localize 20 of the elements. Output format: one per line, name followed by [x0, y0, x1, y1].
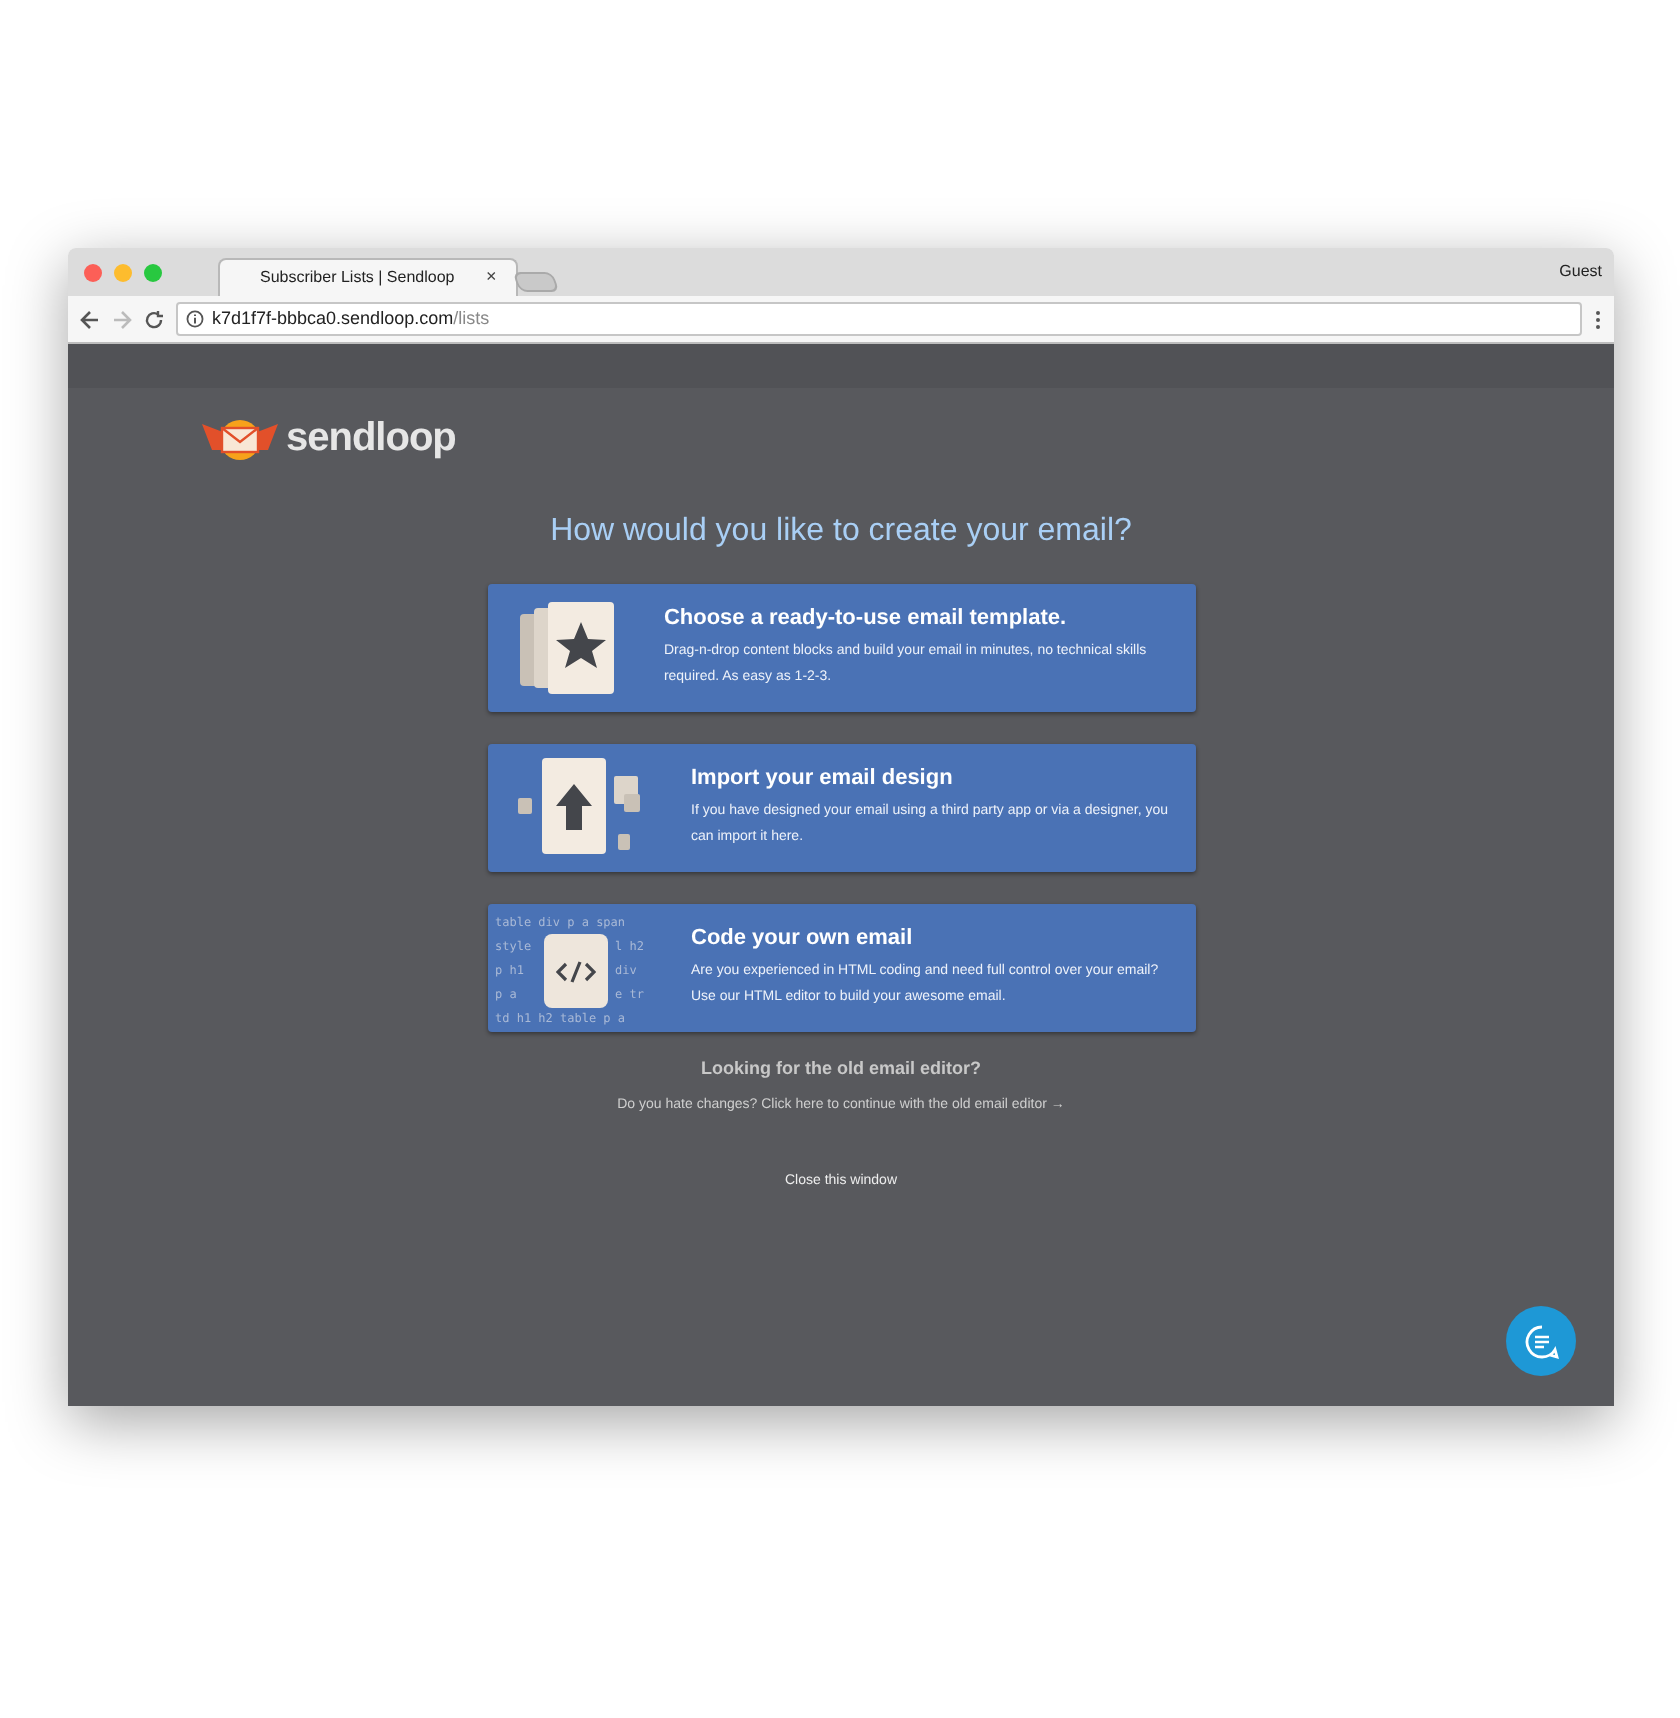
info-icon: [186, 310, 204, 328]
brand-name: sendloop: [286, 414, 456, 464]
menu-icon[interactable]: [1594, 309, 1602, 329]
chat-icon: [1523, 1323, 1559, 1359]
option-title: Import your email design: [691, 765, 955, 793]
address-bar[interactable]: k7d1f7f-bbbca0.sendloop.com/lists: [176, 302, 1582, 336]
profile-name[interactable]: Guest: [1559, 260, 1602, 284]
option-title: Choose a ready-to-use email template.: [663, 605, 1069, 633]
old-editor-heading: Looking for the old email editor?: [700, 1056, 981, 1082]
template-stack-icon: [519, 602, 620, 694]
code-document-icon: [543, 934, 607, 1008]
reload-icon[interactable]: [144, 309, 164, 329]
close-tab-icon[interactable]: ×: [486, 268, 497, 286]
option-card[interactable]: [487, 904, 1195, 1032]
back-icon[interactable]: [80, 309, 100, 329]
close-window-icon[interactable]: [84, 263, 102, 281]
new-tab-icon[interactable]: [512, 272, 561, 292]
option-title: Code your own email: [691, 925, 915, 953]
chat-button[interactable]: [1506, 1306, 1576, 1376]
page-heading: How would you like to create your email?: [550, 512, 1132, 552]
